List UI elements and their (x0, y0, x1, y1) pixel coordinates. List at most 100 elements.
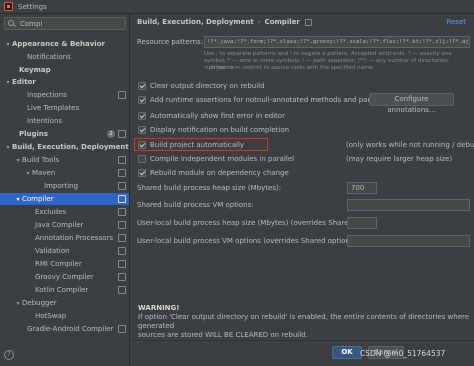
project-scope-icon (118, 286, 126, 294)
tree-item-label: Appearance & Behavior (12, 40, 105, 48)
project-scope-icon (118, 156, 126, 164)
checkbox[interactable] (138, 111, 146, 120)
dialog-button-bar: OK Cancel CSDN @m0_51764537 (131, 340, 474, 366)
tree-item-label: Gradle-Android Compiler (27, 325, 114, 333)
tree-item-label: Live Templates (27, 104, 80, 112)
chevron-down-icon[interactable]: ▾ (4, 41, 12, 48)
tree-item-hotswap[interactable]: HotSwap (0, 310, 129, 322)
breadcrumb-separator: › (257, 18, 261, 26)
window-title: Settings (18, 2, 47, 11)
tree-item-maven[interactable]: ▾ Maven (0, 167, 129, 179)
option-runtime-assertions[interactable]: Add runtime assertions for notnull-annot… (138, 94, 399, 105)
tree-item-label: Inspections (27, 91, 67, 99)
project-scope-icon (118, 91, 126, 99)
heap-size-input[interactable]: 700 (347, 182, 377, 194)
search-box[interactable] (4, 17, 126, 30)
search-input[interactable] (20, 19, 120, 28)
tree-item-excludes[interactable]: Excludes (0, 206, 129, 218)
tree-item-label: Kotlin Compiler (35, 286, 89, 294)
checkbox-label: Display notification on build completion (150, 125, 290, 134)
tree-item-editor[interactable]: ▾ Editor (0, 76, 129, 88)
warning-message: WARNING! If option 'Clear output directo… (138, 304, 473, 340)
checkbox[interactable] (138, 168, 146, 177)
tree-item-gradle-android-compiler[interactable]: Gradle-Android Compiler (0, 323, 129, 335)
tree-item-label: Build, Execution, Deployment (12, 143, 129, 151)
breadcrumb: Build, Execution, Deployment › Compiler (137, 18, 312, 26)
option-clear-output-directory[interactable]: Clear output directory on rebuild (138, 80, 265, 91)
tree-item-label: Intentions (27, 117, 63, 125)
project-scope-icon (118, 130, 126, 138)
tree-item-debugger[interactable]: ▾ Debugger (0, 297, 129, 309)
warning-line: If option 'Clear output directory on reb… (138, 313, 470, 330)
tree-item-intentions[interactable]: Intentions (0, 115, 129, 127)
tree-item-appearance-behavior[interactable]: ▾ Appearance & Behavior (0, 38, 129, 50)
chevron-down-icon[interactable]: ▾ (14, 196, 22, 203)
heap-size-label: Shared build process heap size (Mbytes): (137, 184, 282, 192)
tree-item-rmi-compiler[interactable]: RMI Compiler (0, 258, 129, 270)
watermark: CSDN @m0_51764537 (360, 349, 446, 358)
help-icon[interactable]: ? (4, 350, 14, 360)
option-rebuild-on-dependency-change[interactable]: Rebuild module on dependency change (138, 167, 289, 178)
tree-item-label: Maven (32, 169, 56, 177)
checkbox[interactable] (138, 154, 146, 163)
option-compile-parallel[interactable]: Compile independent modules in parallel (138, 153, 294, 164)
tree-item-live-templates[interactable]: Live Templates (0, 102, 129, 114)
user-vm-options-input[interactable] (347, 235, 470, 247)
checkbox-label: Clear output directory on rebuild (150, 81, 265, 90)
tree-item-label: Groovy Compiler (35, 273, 94, 281)
build-automatically-note: (only works while not running / debuggin… (346, 141, 474, 149)
tree-item-inspections[interactable]: Inspections (0, 89, 129, 101)
resource-patterns-input[interactable]: !?*.java;!?*.form;!?*.class;!?*.groovy;!… (204, 36, 470, 48)
chevron-down-icon[interactable]: ▾ (24, 170, 32, 177)
checkbox[interactable] (138, 125, 146, 134)
compiler-settings-panel: Build, Execution, Deployment › Compiler Re… (131, 14, 474, 366)
warning-title: WARNING! (138, 304, 180, 312)
tree-item-label: Compiler (22, 195, 54, 203)
checkbox-label: Build project automatically (150, 140, 245, 149)
window-title-bar: Settings (0, 0, 474, 14)
chevron-down-icon[interactable]: ▾ (4, 79, 12, 86)
project-scope-icon (118, 260, 126, 268)
checkbox-label: Rebuild module on dependency change (150, 168, 289, 177)
checkbox-label: Add runtime assertions for notnull-annot… (150, 95, 400, 104)
checkbox[interactable] (138, 81, 146, 90)
option-build-notification[interactable]: Display notification on build completion (138, 124, 289, 135)
tree-item-keymap[interactable]: Keymap (0, 64, 129, 76)
settings-tree-panel: ▾ Appearance & Behavior Notifications Ke… (0, 14, 130, 366)
tree-item-label: Build Tools (22, 156, 60, 164)
tree-item-label: Editor (12, 78, 36, 86)
tree-item-label: Validation (35, 247, 70, 255)
chevron-down-icon[interactable]: ▾ (14, 300, 22, 307)
project-scope-icon (118, 247, 126, 255)
tree-item-validation[interactable]: Validation (0, 245, 129, 257)
tree-item-kotlin-compiler[interactable]: Kotlin Compiler (0, 284, 129, 296)
tree-item-build-execution-deployment[interactable]: ▾ Build, Execution, Deployment (0, 141, 129, 153)
tree-item-annotation-processors[interactable]: Annotation Processors (0, 232, 129, 244)
vm-options-input[interactable] (347, 199, 470, 211)
tree-item-plugins[interactable]: Plugins 2 (0, 128, 129, 140)
checkbox[interactable] (138, 140, 146, 149)
tree-item-notifications[interactable]: Notifications (0, 51, 129, 63)
ok-button[interactable]: OK (332, 346, 362, 359)
tree-item-label: Annotation Processors (35, 234, 113, 242)
user-heap-size-input[interactable] (347, 217, 377, 229)
tree-item-label: Importing (44, 182, 79, 190)
user-heap-size-label: User-local build process heap size (Mbyt… (137, 219, 374, 227)
configure-annotations-button[interactable]: Configure annotations... (369, 93, 454, 114)
project-scope-icon (118, 208, 126, 216)
tree-item-label: Excludes (35, 208, 67, 216)
option-build-automatically[interactable]: Build project automatically (138, 139, 244, 150)
checkbox-label: Automatically show first error in editor (150, 111, 286, 120)
tree-item-build-tools[interactable]: ▾ Build Tools (0, 154, 129, 166)
breadcrumb-item: Build, Execution, Deployment (137, 18, 254, 26)
tree-item-importing[interactable]: Importing (0, 180, 129, 192)
tree-item-compiler[interactable]: ▾ Compiler (0, 193, 129, 205)
chevron-down-icon[interactable]: ▾ (14, 157, 22, 164)
tree-item-groovy-compiler[interactable]: Groovy Compiler (0, 271, 129, 283)
checkbox[interactable] (138, 95, 146, 104)
project-scope-icon (118, 221, 126, 229)
option-show-first-error[interactable]: Automatically show first error in editor (138, 110, 285, 121)
chevron-down-icon[interactable]: ▾ (4, 144, 12, 151)
tree-item-java-compiler[interactable]: Java Compiler (0, 219, 129, 231)
reset-link[interactable]: Reset (446, 18, 466, 26)
